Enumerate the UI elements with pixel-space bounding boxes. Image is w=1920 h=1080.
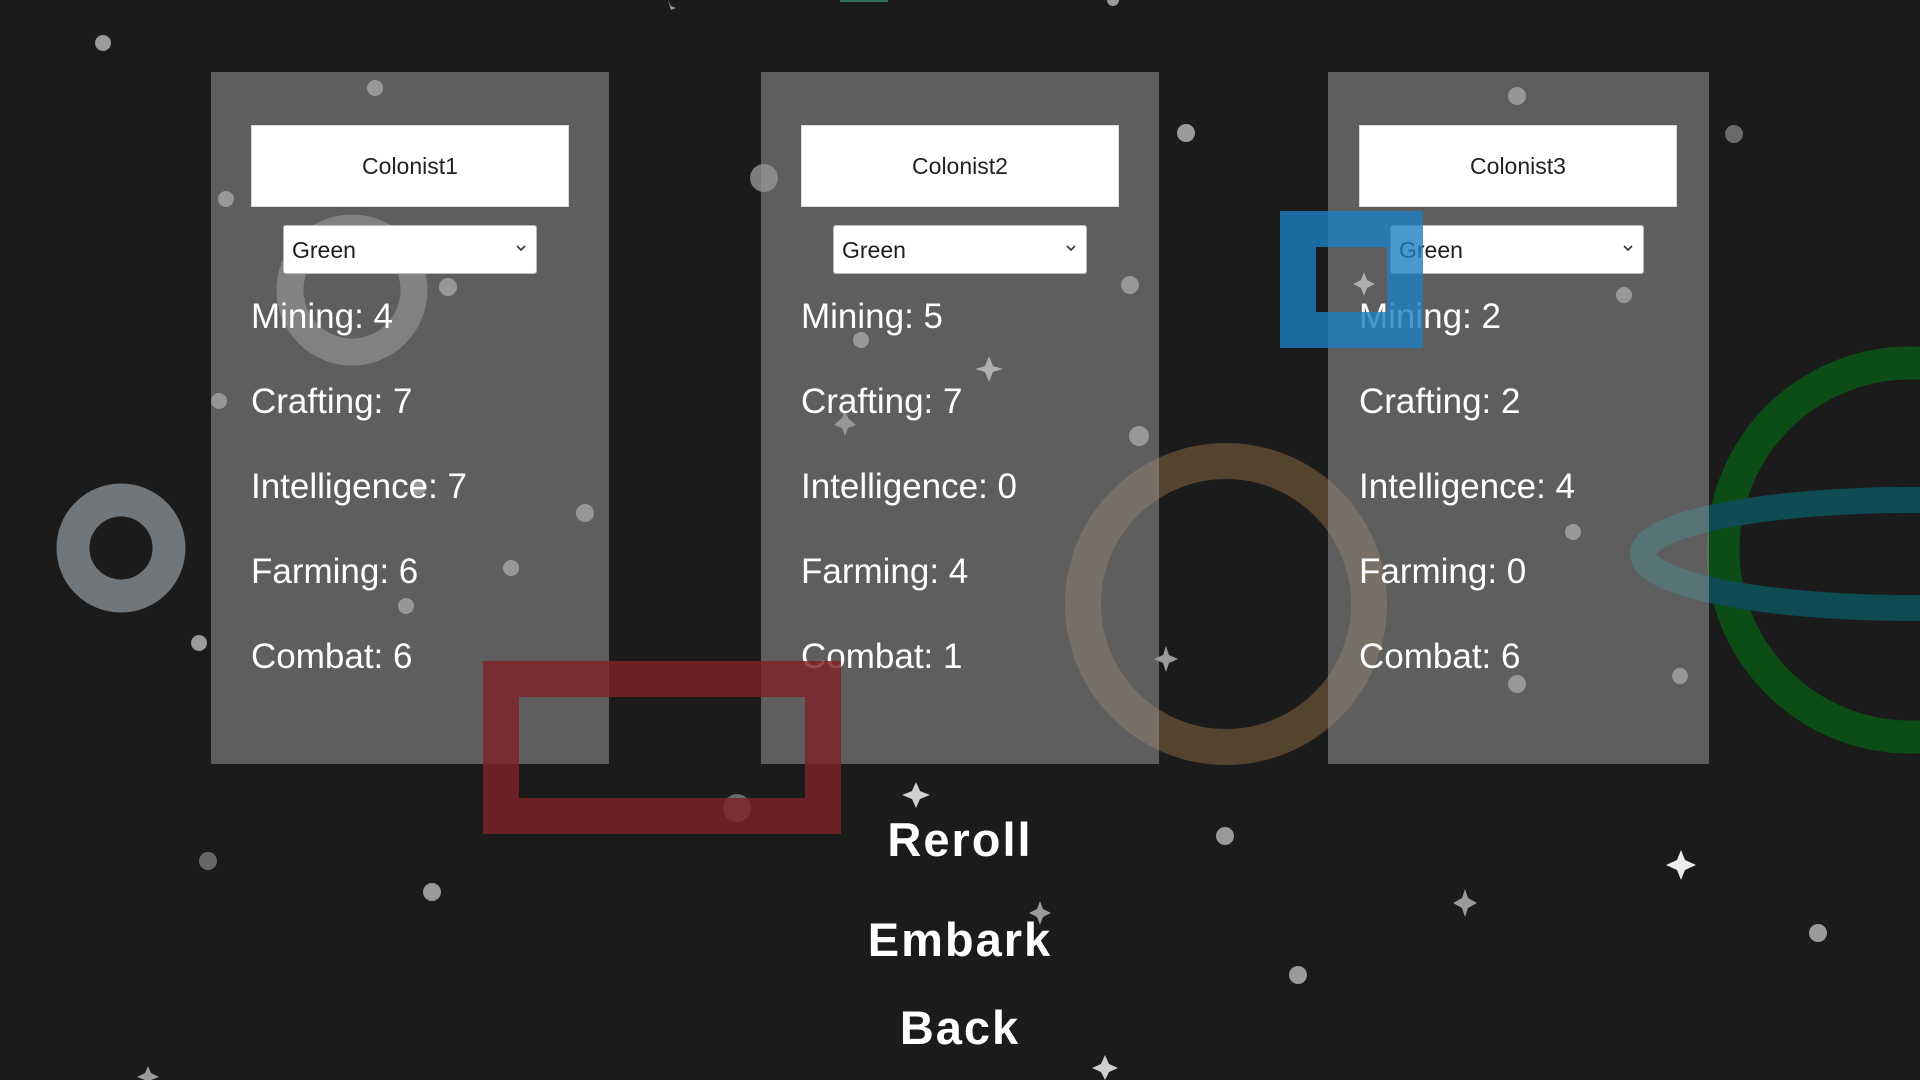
stat-farming: Farming: 0	[1359, 552, 1527, 591]
color-dropdown[interactable]: Green	[833, 225, 1087, 274]
star-icon	[902, 782, 930, 808]
chevron-down-icon	[516, 245, 526, 252]
colonist-panel-2: Colonist2 Green Mining: 5 Crafting: 7 In…	[761, 72, 1159, 764]
color-dropdown-value: Green	[842, 237, 906, 263]
star-icon	[137, 1066, 159, 1080]
colonist-name-field[interactable]: Colonist2	[801, 125, 1119, 207]
star-dot	[1107, 0, 1119, 6]
star-icon	[668, 0, 676, 10]
colonist-panel-3: Colonist3 Green Mining: 2 Crafting: 2 In…	[1328, 72, 1709, 764]
stat-crafting: Crafting: 7	[251, 382, 413, 421]
stat-farming: Farming: 4	[801, 552, 969, 591]
stat-mining: Mining: 4	[251, 297, 394, 336]
star-dot	[423, 883, 441, 901]
stat-mining: Mining: 5	[801, 297, 944, 336]
colonist-selection-screen: Colonist1 Green Mining: 4 Crafting: 7 In…	[0, 0, 1920, 1080]
star-dot	[191, 635, 207, 651]
gray-ring-planet	[56, 483, 186, 613]
stat-crafting: Crafting: 2	[1359, 382, 1521, 421]
stat-intelligence: Intelligence: 7	[251, 467, 467, 506]
stat-crafting: Crafting: 7	[801, 382, 963, 421]
color-dropdown-value: Green	[1399, 237, 1463, 263]
stat-intelligence: Intelligence: 0	[801, 467, 1017, 506]
star-dot	[1725, 125, 1743, 143]
embark-button[interactable]: Embark	[0, 912, 1920, 967]
colonist-name-field[interactable]: Colonist1	[251, 125, 569, 207]
back-button[interactable]: Back	[0, 1000, 1920, 1055]
stat-mining: Mining: 2	[1359, 297, 1502, 336]
stat-combat: Combat: 6	[1359, 637, 1521, 676]
star-dot	[1289, 966, 1307, 984]
star-dot	[1177, 124, 1195, 142]
stat-intelligence: Intelligence: 4	[1359, 467, 1575, 506]
colonist-panel-1: Colonist1 Green Mining: 4 Crafting: 7 In…	[211, 72, 609, 764]
star-dot	[95, 35, 111, 51]
reroll-button[interactable]: Reroll	[0, 812, 1920, 867]
stat-farming: Farming: 6	[251, 552, 419, 591]
stat-combat: Combat: 6	[251, 637, 413, 676]
green-ring-planet	[1706, 346, 1920, 754]
chevron-down-icon	[1623, 245, 1633, 252]
colonist-name-field[interactable]: Colonist3	[1359, 125, 1677, 207]
color-dropdown[interactable]: Green	[1390, 225, 1644, 274]
color-dropdown[interactable]: Green	[283, 225, 537, 274]
chevron-down-icon	[1066, 245, 1076, 252]
stat-combat: Combat: 1	[801, 637, 963, 676]
top-ui-fragment	[840, 0, 888, 2]
star-icon	[1092, 1055, 1118, 1080]
color-dropdown-value: Green	[292, 237, 356, 263]
